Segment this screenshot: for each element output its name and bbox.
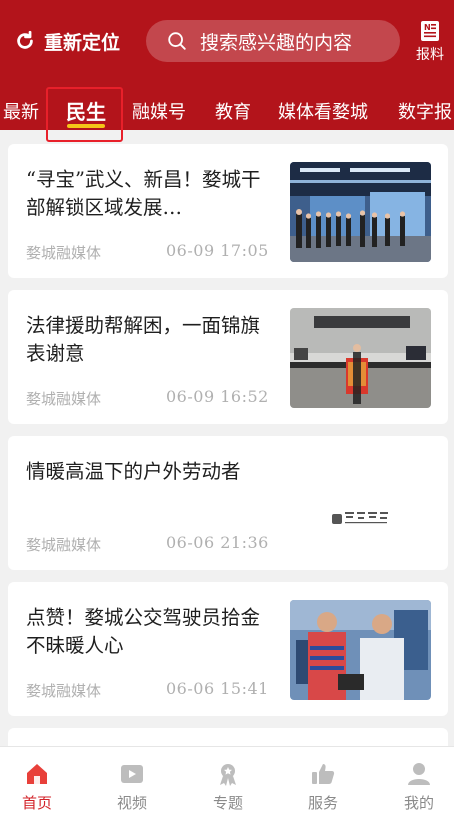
article-thumbnail [290, 454, 431, 554]
tab-digital-paper[interactable]: 数字报 [398, 98, 452, 124]
nav-topics[interactable]: 专题 [183, 747, 273, 815]
bottom-nav: 首页 视频 专题 服务 我的 [0, 746, 454, 815]
video-icon [121, 765, 143, 783]
nav-services[interactable]: 服务 [278, 747, 368, 815]
banner-presentation-photo [290, 308, 431, 408]
tab-media-view[interactable]: 媒体看婺城 [278, 98, 368, 124]
nav-mine-label: 我的 [403, 794, 434, 812]
article-time: 06-06 21:36 [166, 533, 269, 552]
search-icon [168, 32, 186, 50]
article-source: 婺城融媒体 [26, 682, 102, 700]
article-source: 婺城融媒体 [26, 536, 102, 554]
user-icon [408, 763, 430, 785]
award-icon [220, 764, 236, 786]
home-icon [27, 764, 47, 784]
nav-home[interactable]: 首页 [0, 747, 82, 815]
article-thumbnail [290, 308, 431, 408]
article-title: 点赞！婺城公交驾驶员拾金不昧暖人心 [26, 606, 261, 657]
article-time: 06-09 16:52 [166, 387, 269, 406]
article-source: 婺城融媒体 [26, 390, 102, 408]
nav-home-label: 首页 [21, 794, 52, 812]
thumbs-up-icon [312, 764, 335, 784]
article-time: 06-09 17:05 [166, 241, 269, 260]
article-card[interactable]: 点赞！婺城公交驾驶员拾金不昧暖人心 婺城融媒体 06-06 15:41 [8, 582, 448, 716]
svg-text:N: N [424, 23, 431, 32]
highlight-outline [46, 87, 123, 142]
refresh-icon [17, 30, 33, 49]
nav-video-label: 视频 [116, 794, 147, 812]
search-placeholder: 搜索感兴趣的内容 [200, 31, 353, 54]
tab-education[interactable]: 教育 [215, 98, 251, 124]
bus-drivers-photo [290, 600, 431, 700]
tab-latest[interactable]: 最新 [3, 98, 39, 124]
relocate-button[interactable]: 重新定位 [14, 27, 120, 55]
nav-video[interactable]: 视频 [87, 747, 177, 815]
calligraphy-logo [290, 454, 431, 554]
relocate-label: 重新定位 [44, 31, 121, 54]
nav-services-label: 服务 [307, 794, 338, 812]
article-thumbnail [290, 600, 431, 700]
article-title: “寻宝”武义、新昌！婺城干部解锁区域发展… [26, 168, 261, 219]
article-card[interactable]: “寻宝”武义、新昌！婺城干部解锁区域发展… 婺城融媒体 06-09 17:05 [8, 144, 448, 278]
article-card[interactable]: 情暖高温下的户外劳动者 婺城融媒体 06-06 21:36 [8, 436, 448, 570]
article-card[interactable]: 法律援助帮解困，一面锦旗表谢意 婺城融媒体 06-09 16:52 [8, 290, 448, 424]
article-time: 06-06 15:41 [166, 679, 269, 698]
article-source: 婺城融媒体 [26, 244, 102, 262]
article-thumbnail [290, 162, 431, 262]
nav-topics-label: 专题 [212, 794, 243, 812]
report-label: 报料 [416, 47, 444, 63]
nav-mine[interactable]: 我的 [374, 747, 454, 815]
tab-media-account[interactable]: 融媒号 [132, 98, 186, 124]
exhibition-hall-photo [290, 162, 431, 262]
newspaper-icon: N [421, 21, 439, 41]
article-title: 法律援助帮解困，一面锦旗表谢意 [26, 314, 261, 365]
report-button[interactable]: N 报料 [412, 20, 448, 64]
search-bar[interactable]: 搜索感兴趣的内容 [146, 20, 400, 62]
